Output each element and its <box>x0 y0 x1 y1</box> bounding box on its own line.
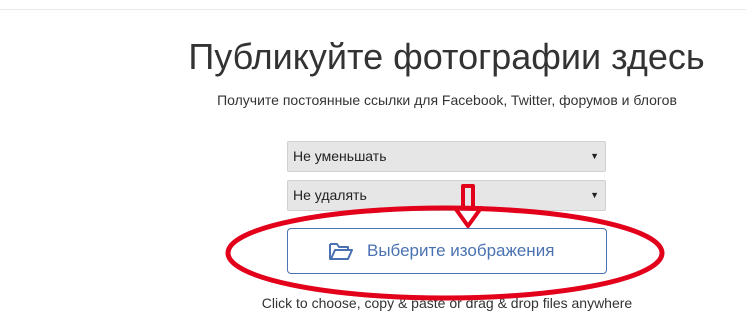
resize-select[interactable]: Не уменьшать ▼ <box>287 141 606 172</box>
choose-images-label: Выберите изображения <box>367 241 555 260</box>
upload-hint: Click to choose, copy & paste or drag & … <box>261 295 633 311</box>
page-subtitle: Получите постоянные ссылки для Facebook,… <box>217 92 677 108</box>
expire-select[interactable]: Не удалять ▼ <box>287 180 606 211</box>
expire-select-value: Не удалять <box>293 187 367 203</box>
triangle-down-icon: ▼ <box>590 151 599 161</box>
folder-open-icon <box>329 243 353 260</box>
page-title: Публикуйте фотографии здесь <box>188 36 705 77</box>
top-divider <box>0 9 746 10</box>
triangle-down-icon: ▼ <box>590 190 599 200</box>
resize-select-value: Не уменьшать <box>293 148 387 164</box>
choose-images-button[interactable]: Выберите изображения <box>287 228 607 274</box>
